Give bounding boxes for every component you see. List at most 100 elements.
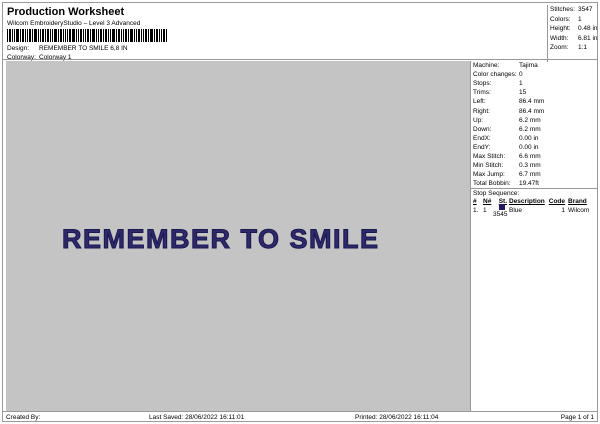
barcode-bar [103,29,104,42]
printed-date: Printed: 28/06/2022 16:11:04 [355,414,439,421]
barcode-bar [67,29,68,42]
barcode-bar [50,29,51,42]
stat-label: Zoom: [550,44,569,52]
barcode-bar [121,29,122,42]
barcode-bar [108,29,109,42]
stat-label: Height: [550,25,571,33]
design-preview: REMEMBER TO SMILE [6,61,470,411]
thread-code: 1 [561,207,565,215]
stat-row: Colors: 1 [550,15,599,25]
machine-info-label: EndX: [473,134,491,142]
barcode-bar [14,29,15,42]
barcode-bar [47,29,49,42]
barcode-bar [123,29,124,42]
machine-info-row: Right: 86.4 mm [471,106,598,115]
barcode-bar [90,29,91,42]
stop-sequence-column-header: N# [483,198,492,206]
machine-info-value: 6.2 mm [519,125,541,133]
barcode-bar [69,29,71,42]
barcode-bar [29,29,31,42]
barcode-bar [87,29,89,42]
machine-info-value: 0.00 in [519,143,539,151]
stat-label: Stitches: [550,6,575,14]
machine-info-value: 6.6 mm [519,152,541,160]
stop-sequence-column-header: # [473,198,477,206]
stat-row: Zoom: 1:1 [550,43,599,53]
machine-info-row: EndX: 0.00 in [471,134,598,143]
stat-value: 1 [578,15,582,23]
header-divider [3,59,597,60]
machine-info-value: Tajima [519,62,538,70]
barcode-bar [9,29,11,42]
stat-row: Width: 6.81 in [550,34,599,44]
machine-info-value: 86.4 mm [519,107,545,115]
barcode [7,29,189,42]
barcode-bar [110,29,111,42]
barcode-bar [98,29,99,42]
worksheet: Production Worksheet Wilcom EmbroiderySt… [2,2,598,422]
software-subtitle: Wilcom EmbroideryStudio – Level 3 Advanc… [7,20,141,27]
stop-sequence-row: 1. 1 3545 Blue 1 Wilcom [471,204,598,218]
thread-brand: Wilcom [568,207,590,215]
barcode-bar [27,29,28,42]
needle-num: 1 [483,207,487,215]
machine-info-row: Up: 6.2 mm [471,116,598,125]
barcode-bar [143,29,144,42]
machine-info-value: 86.4 mm [519,98,545,106]
stat-row: Stitches: 3547 [550,5,599,15]
design-preview-text: REMEMBER TO SMILE [62,224,380,255]
machine-info-row: Total Bobbin: 19.47ft [471,179,598,188]
barcode-bar [125,29,127,42]
machine-info-label: Max Stitch: [473,152,506,160]
barcode-bar [78,29,79,42]
barcode-bar [159,29,160,42]
machine-info-panel: Machine: Tajima Color changes: 0 Stops: 1 Trim… [470,61,598,411]
machine-info-row: Min Stitch: 0.3 mm [471,161,598,170]
machine-info-row: Max Stitch: 6.6 mm [471,152,598,161]
stop-num: 1. [473,207,479,215]
barcode-bar [128,29,129,42]
barcode-bar [85,29,86,42]
stats-panel: Stitches: 3547 Colors: 1 Height: 0.48 in Width… [547,5,599,62]
machine-info-label: Color changes: [473,71,517,79]
machine-info-label: Down: [473,125,492,133]
machine-info-value: 19.47ft [519,180,539,188]
stitch-count: 3545 [493,204,507,218]
barcode-bar [130,29,133,42]
machine-info-value: 1 [519,80,523,88]
barcode-bar [42,29,44,42]
machine-info-row: Trims: 15 [471,88,598,97]
stat-value: 0.48 in [578,25,598,33]
machine-info-value: 15 [519,89,527,97]
barcode-bar [34,29,37,42]
design-row: Design: REMEMBER TO SMILE 6,8 IN [7,45,128,52]
machine-info-value: 6.7 mm [519,171,541,179]
thread-description: Blue [509,207,523,215]
barcode-bar [112,29,115,42]
barcode-bar [145,29,147,42]
machine-info-row: Left: 86.4 mm [471,97,598,106]
barcode-bar [166,29,167,42]
barcode-bar [60,29,62,42]
barcode-bar [150,29,153,42]
barcode-bar [141,29,142,42]
stat-label: Width: [550,34,569,42]
stat-value: 3547 [578,6,593,14]
barcode-bar [16,29,19,42]
machine-info-label: Trims: [473,89,491,97]
barcode-bar [105,29,107,42]
barcode-bar [63,29,64,42]
created-by: Created By: [6,414,41,421]
stop-sequence-column-header: Description [509,198,545,206]
barcode-bar [163,29,165,42]
machine-info-value: 0.3 mm [519,162,541,170]
barcode-bar [32,29,33,42]
barcode-bar [45,29,46,42]
barcode-bar [136,29,137,42]
barcode-bar [92,29,95,42]
machine-info-value: 0 [519,71,523,79]
barcode-bar [156,29,158,42]
barcode-bar [38,29,39,42]
barcode-bar [116,29,117,42]
barcode-bar [58,29,59,42]
